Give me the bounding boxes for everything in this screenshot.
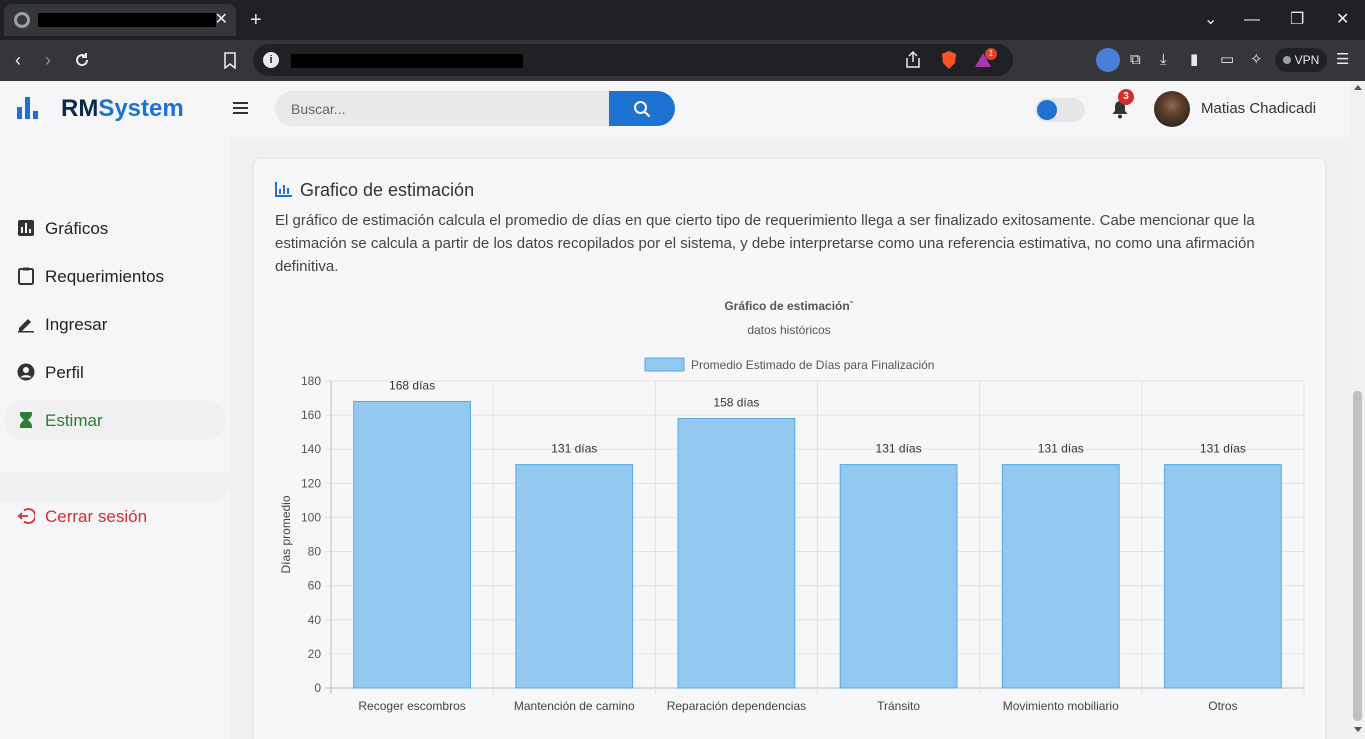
bar-data-label: 131 días: [876, 442, 922, 456]
scroll-down-icon[interactable]: [1354, 727, 1362, 732]
bar: [677, 418, 796, 689]
globe-icon: [14, 12, 30, 28]
x-tick-label: Reparación dependencias: [667, 699, 806, 713]
bar-data-label: 131 días: [551, 442, 597, 456]
chevron-down-icon[interactable]: ⌄: [1204, 8, 1217, 32]
legend-swatch: [644, 357, 685, 372]
bar-data-label: 168 días: [389, 378, 435, 392]
close-window-icon[interactable]: ✕: [1336, 8, 1349, 32]
vpn-status-icon: [1282, 56, 1291, 64]
bookmark-icon[interactable]: [223, 52, 237, 69]
forward-icon[interactable]: ›: [45, 48, 51, 72]
wallet-icon[interactable]: ▭: [1220, 50, 1234, 70]
extensions-icon[interactable]: ⧉: [1130, 50, 1141, 70]
download-icon[interactable]: ⤓: [1160, 50, 1167, 70]
y-tick-label: 140: [301, 442, 321, 456]
minimize-icon[interactable]: —: [1244, 8, 1260, 32]
y-tick-label: 0: [314, 681, 321, 695]
bar: [1164, 464, 1282, 689]
translate-extension-icon[interactable]: [1096, 48, 1120, 72]
bar: [839, 464, 958, 689]
browser-toolbar: ‹ › i 1 ⧉ ⤓ ▮ ▭ ✧ VPN ☰: [0, 40, 1365, 81]
rewards-badge: 1: [985, 48, 997, 60]
page-scrollbar[interactable]: [1350, 81, 1365, 739]
y-tick-label: 100: [301, 510, 321, 524]
close-tab-icon[interactable]: ✕: [215, 10, 228, 30]
sidebar-toggle-icon[interactable]: ▮: [1190, 50, 1198, 70]
bar: [1001, 464, 1120, 689]
address-bar[interactable]: i 1: [253, 44, 1013, 76]
scrollbar-thumb[interactable]: [1353, 391, 1362, 721]
bar-data-label: 131 días: [1038, 442, 1084, 456]
browser-tab[interactable]: ✕: [4, 4, 236, 36]
x-tick-label: Movimiento mobiliario: [1003, 699, 1119, 713]
share-icon[interactable]: [903, 50, 923, 70]
menu-icon[interactable]: ☰: [1336, 50, 1349, 70]
legend-label: Promedio Estimado de Días para Finalizac…: [691, 358, 934, 372]
y-tick-label: 120: [301, 476, 321, 490]
estimation-bar-chart: 0 20 40 60 80 100 120 140 160 180 168 días Recoger …: [279, 299, 1305, 713]
y-tick-label: 160: [301, 408, 321, 422]
x-tick-label: Otros: [1208, 699, 1237, 713]
url-redacted: [291, 54, 523, 68]
vpn-button[interactable]: VPN: [1275, 48, 1327, 72]
x-tick-label: Recoger escombros: [358, 699, 465, 713]
bar-data-label: 131 días: [1200, 442, 1246, 456]
scroll-up-icon[interactable]: [1354, 85, 1362, 90]
y-tick-label: 40: [308, 613, 322, 627]
bar: [353, 400, 471, 689]
site-info-icon[interactable]: i: [263, 52, 279, 68]
y-tick-label: 60: [308, 579, 322, 593]
app-root: RMSystem 3 Matias Chadicadi Gráficos: [0, 81, 1350, 739]
chart-subtitle: datos históricos: [747, 323, 830, 337]
y-axis-label: Días promedio: [279, 495, 293, 573]
x-tick-label: Mantención de camino: [514, 699, 635, 713]
new-tab-icon[interactable]: +: [250, 8, 262, 32]
y-tick-label: 20: [308, 647, 322, 661]
browser-tabbar: ✕ + ⌄ — ❐ ✕: [0, 0, 1365, 40]
vpn-label: VPN: [1294, 53, 1320, 67]
brave-shield-icon[interactable]: [939, 50, 959, 70]
y-tick-label: 180: [301, 374, 321, 388]
chart-title: Gráfico de estimación`: [724, 299, 853, 313]
x-tick-label: Tránsito: [877, 699, 920, 713]
back-icon[interactable]: ‹: [15, 48, 21, 72]
y-tick-label: 80: [308, 545, 322, 559]
tab-title-redacted: [38, 13, 216, 27]
restore-icon[interactable]: ❐: [1290, 8, 1304, 32]
bar-data-label: 158 días: [713, 396, 759, 410]
reload-icon[interactable]: [73, 51, 91, 69]
bar: [515, 464, 634, 689]
leo-ai-icon[interactable]: ✧: [1250, 50, 1263, 70]
